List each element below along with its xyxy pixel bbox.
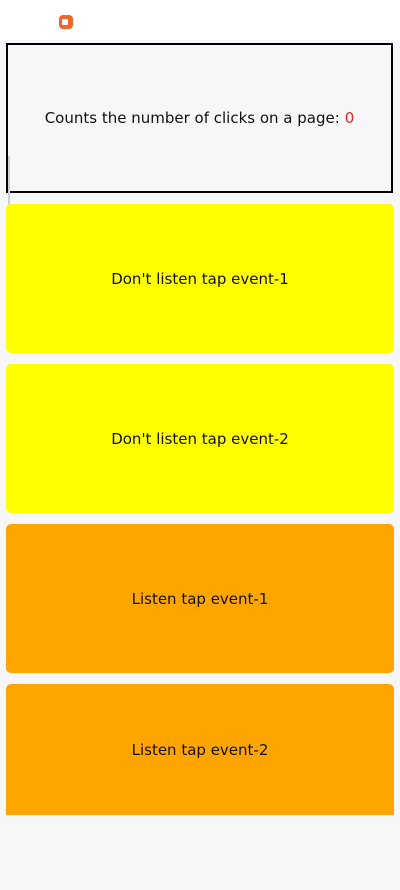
tile-label: Don't listen tap event-1 xyxy=(111,269,289,288)
screen-record-icon xyxy=(59,15,73,29)
click-counter-panel[interactable]: Counts the number of clicks on a page: 0 xyxy=(6,43,393,193)
bottom-blank-area xyxy=(0,815,400,890)
tile-label: Listen tap event-1 xyxy=(131,589,269,608)
tile-dont-listen-tap-2[interactable]: Don't listen tap event-2 xyxy=(6,364,394,513)
tile-listen-tap-1[interactable]: Listen tap event-1 xyxy=(6,524,394,673)
tile-label: Don't listen tap event-2 xyxy=(111,429,289,448)
status-bar xyxy=(0,0,400,40)
tile-label: Listen tap event-2 xyxy=(131,740,269,759)
tile-dont-listen-tap-1[interactable]: Don't listen tap event-1 xyxy=(6,204,394,353)
counter-label: Counts the number of clicks on a page: xyxy=(44,109,340,127)
tile-listen-tap-2[interactable]: Listen tap event-2 xyxy=(6,684,394,815)
counter-value: 0 xyxy=(344,109,355,127)
